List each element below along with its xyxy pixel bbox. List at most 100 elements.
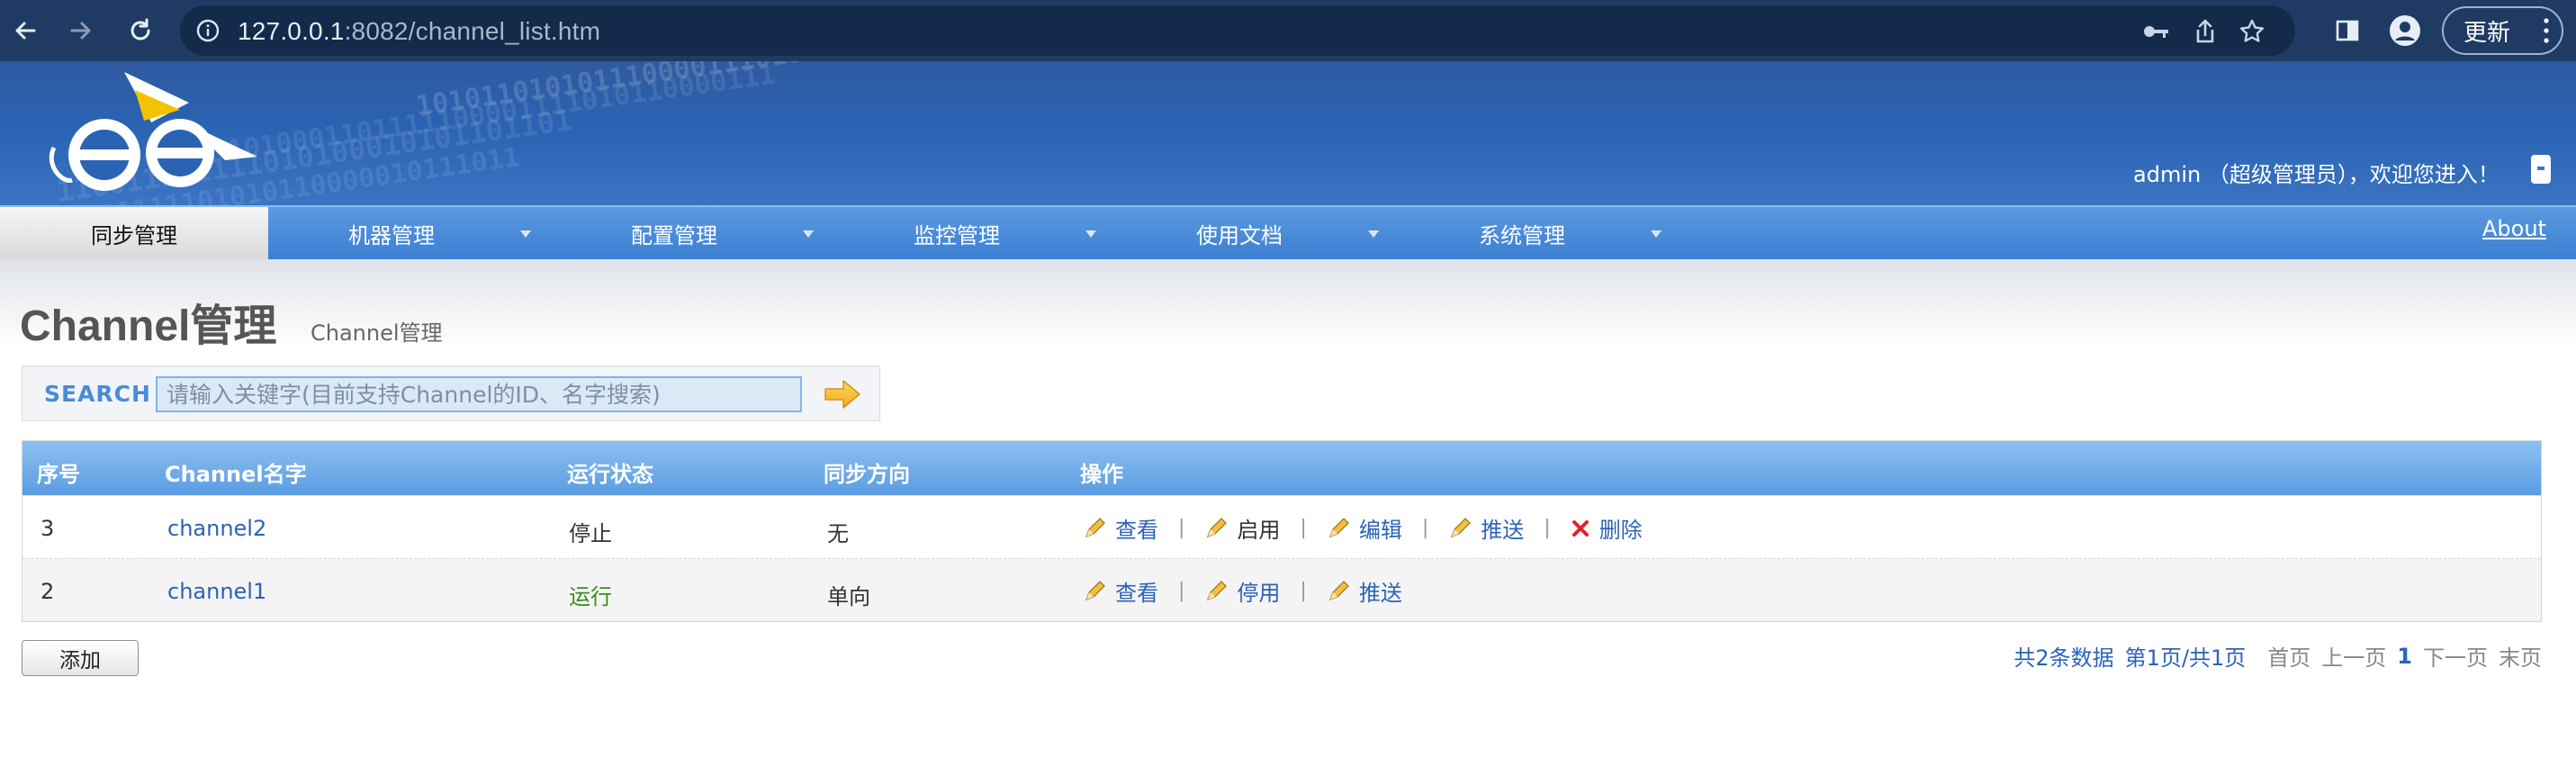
action-separator: |	[1544, 517, 1551, 539]
nav-item-label: 监控管理	[914, 222, 1000, 248]
dropdown-caret-icon	[1368, 230, 1379, 238]
last-page-link[interactable]: 末页	[2499, 640, 2542, 672]
view-action[interactable]: 查看	[1083, 512, 1158, 544]
table-header: 序号 Channel名字 运行状态 同步方向 操作	[23, 441, 2541, 495]
forward-icon[interactable]	[63, 13, 99, 49]
nav-item-config-management[interactable]: 配置管理	[551, 207, 833, 259]
row-actions: 查看 | 启用 | 编辑 | 推送 | 删除	[1083, 512, 1643, 544]
address-bar[interactable]: 127.0.0.1:8082/channel_list.htm	[180, 5, 2295, 56]
pencil-icon	[1451, 517, 1472, 537]
nav-item-documentation[interactable]: 使用文档	[1116, 207, 1399, 259]
delete-action[interactable]: 删除	[1571, 512, 1643, 544]
side-panel-icon[interactable]	[2331, 14, 2364, 47]
main-nav: 同步管理 机器管理 配置管理 监控管理 使用文档 系统管理 About	[0, 205, 2576, 259]
dropdown-caret-icon	[1651, 230, 1662, 238]
channel-name-link[interactable]: channel2	[167, 516, 266, 541]
push-label: 推送	[1358, 581, 1402, 606]
view-label: 查看	[1115, 518, 1158, 543]
push-action[interactable]: 推送	[1327, 575, 1402, 607]
push-label: 推送	[1481, 518, 1525, 543]
column-header-status: 运行状态	[567, 462, 653, 487]
page-subtitle: Channel管理	[311, 320, 443, 346]
delete-x-icon	[1572, 519, 1589, 537]
nav-item-label: 同步管理	[91, 222, 177, 248]
prev-page-link[interactable]: 上一页	[2321, 640, 2386, 672]
update-button[interactable]: 更新	[2442, 6, 2563, 55]
nav-item-system-management[interactable]: 系统管理	[1399, 207, 1681, 259]
cell-direction: 无	[827, 521, 849, 546]
cell-status: 运行	[569, 584, 612, 609]
pencil-icon	[1085, 580, 1105, 600]
page-title: Channel管理	[20, 302, 277, 350]
disable-label: 停用	[1237, 581, 1281, 606]
pencil-icon	[1207, 580, 1228, 600]
cell-id: 2	[41, 579, 55, 604]
menu-dots-icon[interactable]	[2544, 17, 2549, 44]
share-icon[interactable]	[2191, 17, 2220, 46]
pagination: 共2条数据 第1页/共1页 首页 上一页 1 下一页 末页	[2013, 640, 2542, 672]
site-info-icon[interactable]	[196, 19, 220, 46]
edit-label: 编辑	[1358, 518, 1402, 543]
cell-id: 3	[41, 516, 55, 541]
key-icon[interactable]	[2142, 17, 2171, 46]
column-header-name: Channel名字	[165, 462, 307, 487]
action-separator: |	[1421, 517, 1429, 539]
page-info: 第1页/共1页	[2124, 645, 2247, 671]
search-input[interactable]	[156, 376, 802, 412]
disable-action[interactable]: 停用	[1204, 575, 1280, 607]
table-row: 3 channel2 停止 无 查看 | 启用 | 编辑 | 推送 | 删除	[23, 495, 2541, 558]
first-page-link[interactable]: 首页	[2267, 640, 2310, 672]
action-separator: |	[1178, 517, 1185, 539]
dropdown-caret-icon	[803, 230, 814, 238]
search-panel: SEARCH	[22, 365, 880, 421]
edit-action[interactable]: 编辑	[1327, 512, 1402, 544]
nav-item-machine-management[interactable]: 机器管理	[268, 207, 551, 259]
push-action[interactable]: 推送	[1448, 512, 1524, 544]
mobile-icon[interactable]	[2531, 155, 2551, 184]
next-page-link[interactable]: 下一页	[2423, 640, 2488, 672]
delete-label: 删除	[1599, 518, 1643, 543]
nav-item-sync-management[interactable]: 同步管理	[0, 207, 268, 259]
browser-toolbar: 127.0.0.1:8082/channel_list.htm 更新	[0, 0, 2576, 61]
cell-status: 停止	[569, 521, 612, 546]
pencil-icon	[1207, 517, 1228, 537]
user-welcome-text: admin （超级管理员），欢迎您进入！	[2133, 162, 2499, 187]
update-label: 更新	[2463, 19, 2511, 47]
reload-icon[interactable]	[122, 13, 158, 49]
url-text[interactable]: 127.0.0.1:8082/channel_list.htm	[238, 17, 600, 46]
search-label: SEARCH	[44, 381, 151, 407]
enable-label: 启用	[1237, 518, 1281, 543]
row-actions: 查看 | 停用 | 推送	[1083, 575, 1402, 607]
pencil-icon	[1085, 517, 1105, 537]
action-separator: |	[1178, 580, 1185, 602]
column-header-direction: 同步方向	[824, 462, 910, 487]
pencil-icon	[1329, 580, 1349, 600]
action-separator: |	[1300, 517, 1307, 539]
column-header-actions: 操作	[1080, 462, 1123, 487]
dropdown-caret-icon	[520, 230, 531, 238]
profile-avatar-icon[interactable]	[2389, 14, 2421, 47]
column-header-id: 序号	[37, 462, 80, 487]
dropdown-caret-icon	[1085, 230, 1096, 238]
nav-item-monitor-management[interactable]: 监控管理	[833, 207, 1116, 259]
channel-table: 序号 Channel名字 运行状态 同步方向 操作 3 channel2 停止 …	[22, 440, 2542, 622]
nav-item-label: 系统管理	[1479, 222, 1565, 248]
site-header: 1010110101011100001110101010 10100011011…	[0, 61, 2576, 205]
view-action[interactable]: 查看	[1083, 575, 1158, 607]
cell-direction: 单向	[827, 584, 870, 609]
total-count: 共2条数据	[2013, 645, 2114, 671]
bookmark-star-icon[interactable]	[2238, 17, 2266, 46]
site-logo[interactable]	[45, 67, 261, 202]
add-channel-button[interactable]: 添加	[22, 640, 139, 676]
action-separator: |	[1300, 580, 1307, 602]
about-link[interactable]: About	[2482, 216, 2546, 241]
current-page[interactable]: 1	[2397, 644, 2412, 669]
pencil-icon	[1329, 517, 1349, 537]
table-row: 2 channel1 运行 单向 查看 | 停用 | 推送	[23, 558, 2541, 621]
channel-name-link[interactable]: channel1	[167, 579, 266, 604]
search-arrow-icon[interactable]	[824, 378, 861, 411]
nav-item-label: 使用文档	[1196, 222, 1283, 248]
enable-action[interactable]: 启用	[1204, 512, 1280, 544]
back-icon[interactable]	[7, 13, 43, 49]
nav-item-label: 机器管理	[348, 222, 435, 248]
